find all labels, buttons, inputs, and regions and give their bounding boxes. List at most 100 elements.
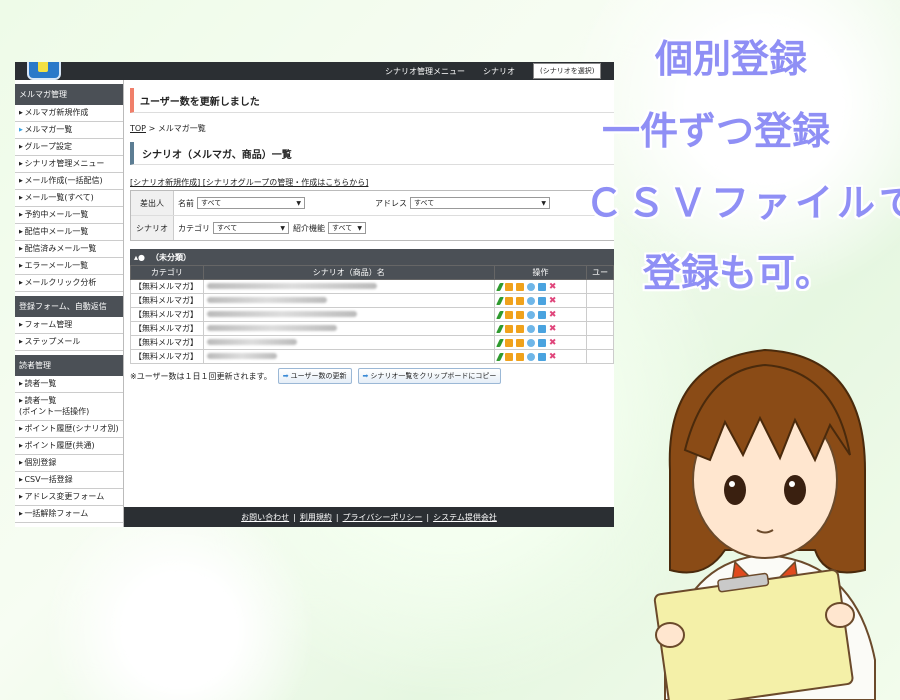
table-row[interactable]: 【無料メルマガ】 ✖ bbox=[130, 335, 614, 350]
edit-pencil-icon[interactable] bbox=[495, 324, 504, 333]
row-category: 【無料メルマガ】 bbox=[130, 307, 204, 322]
edit-pencil-icon[interactable] bbox=[495, 338, 504, 347]
table-row[interactable]: 【無料メルマガ】 ✖ bbox=[130, 349, 614, 364]
address-select[interactable]: すべて ▼ bbox=[410, 197, 550, 209]
mail-icon[interactable] bbox=[504, 324, 513, 333]
topnav-scenario[interactable]: シナリオ bbox=[483, 66, 515, 77]
caption-line-4: 登録も可。 bbox=[643, 251, 834, 295]
table-row[interactable]: 【無料メルマガ】 ✖ bbox=[130, 293, 614, 308]
delete-icon[interactable]: ✖ bbox=[549, 310, 557, 319]
name-select[interactable]: すべて ▼ bbox=[197, 197, 305, 209]
sidebar-item[interactable]: メールクリック分析 bbox=[15, 275, 123, 292]
sidebar-item[interactable]: ポイント履歴(シナリオ別) bbox=[15, 421, 123, 438]
delete-icon[interactable]: ✖ bbox=[549, 282, 557, 291]
delete-icon[interactable]: ✖ bbox=[549, 324, 557, 333]
monitor-icon[interactable] bbox=[537, 338, 546, 347]
monitor-icon[interactable] bbox=[537, 310, 546, 319]
sidebar-item[interactable]: メール一覧(すべて) bbox=[15, 190, 123, 207]
delete-icon[interactable]: ✖ bbox=[549, 296, 557, 305]
row-ops: ✖ bbox=[493, 293, 588, 308]
footer-contact-link[interactable]: お問い合わせ bbox=[241, 512, 289, 523]
row-name[interactable] bbox=[202, 335, 495, 350]
table-row[interactable]: 【無料メルマガ】 ✖ bbox=[130, 307, 614, 322]
caption-line-3: ＣＳＶファイルで bbox=[585, 181, 900, 225]
preview-icon[interactable] bbox=[526, 352, 535, 361]
row-category: 【無料メルマガ】 bbox=[130, 349, 204, 364]
edit-pencil-icon[interactable] bbox=[495, 296, 504, 305]
sidebar-item[interactable]: ステップメール bbox=[15, 334, 123, 351]
delete-icon[interactable]: ✖ bbox=[549, 338, 557, 347]
copy-clipboard-button[interactable]: シナリオ一覧をクリップボードにコピー bbox=[357, 368, 502, 384]
footer: お問い合わせ | 利用規約 | プライバシーポリシー | システム提供会社 bbox=[124, 507, 614, 527]
topnav-scenario-menu[interactable]: シナリオ管理メニュー bbox=[385, 66, 465, 77]
sidebar-item[interactable]: アドレス変更フォーム bbox=[15, 489, 123, 506]
sidebar-item[interactable]: エラーメール一覧 bbox=[15, 258, 123, 275]
mail-icon[interactable] bbox=[504, 338, 513, 347]
row-name[interactable] bbox=[202, 349, 495, 364]
row-ops: ✖ bbox=[493, 349, 588, 364]
footer-terms-link[interactable]: 利用規約 bbox=[300, 512, 332, 523]
monitor-icon[interactable] bbox=[537, 296, 546, 305]
monitor-icon[interactable] bbox=[537, 324, 546, 333]
group-manage-link[interactable]: [シナリオグループの管理・作成はこちらから] bbox=[203, 178, 369, 187]
mail-list-icon[interactable] bbox=[515, 352, 524, 361]
scenario-select[interactable]: (シナリオを選択) bbox=[533, 63, 602, 79]
row-users bbox=[586, 293, 614, 308]
sidebar-item[interactable]: 読者一覧 (ポイント一括操作) bbox=[15, 393, 123, 421]
breadcrumb-top-link[interactable]: TOP bbox=[130, 124, 146, 133]
preview-icon[interactable] bbox=[526, 324, 535, 333]
sidebar-item[interactable]: シナリオ管理メニュー bbox=[15, 156, 123, 173]
footer-privacy-link[interactable]: プライバシーポリシー bbox=[343, 512, 423, 523]
table-row[interactable]: 【無料メルマガ】 ✖ bbox=[130, 321, 614, 336]
update-users-button[interactable]: ユーザー数の更新 bbox=[277, 368, 352, 384]
row-ops: ✖ bbox=[493, 321, 588, 336]
group-header[interactable]: ▴● （未分類） bbox=[130, 249, 614, 265]
table-row[interactable]: 【無料メルマガ】 ✖ bbox=[130, 279, 614, 294]
note-row: ※ユーザー数は１日１回更新されます。 ユーザー数の更新 シナリオ一覧をクリップボ… bbox=[130, 368, 614, 384]
mail-list-icon[interactable] bbox=[515, 324, 524, 333]
sidebar-item[interactable]: 一括解除フォーム bbox=[15, 506, 123, 523]
sidebar-item[interactable]: 配信中メール一覧 bbox=[15, 224, 123, 241]
sidebar-item[interactable]: 配信済みメール一覧 bbox=[15, 241, 123, 258]
footer-provider-link[interactable]: システム提供会社 bbox=[433, 512, 497, 523]
monitor-icon[interactable] bbox=[537, 282, 546, 291]
page-title: シナリオ（メルマガ、商品）一覧 bbox=[130, 142, 614, 165]
sidebar-item[interactable]: 読者一覧 bbox=[15, 376, 123, 393]
mail-list-icon[interactable] bbox=[515, 338, 524, 347]
mail-icon[interactable] bbox=[504, 310, 513, 319]
mail-list-icon[interactable] bbox=[515, 296, 524, 305]
table-header-row: カテゴリ シナリオ（商品）名 操作 ユー bbox=[130, 265, 614, 280]
intro-select[interactable]: すべて ▼ bbox=[328, 222, 366, 234]
monitor-icon[interactable] bbox=[537, 352, 546, 361]
sidebar-item[interactable]: グループ設定 bbox=[15, 139, 123, 156]
preview-icon[interactable] bbox=[526, 282, 535, 291]
preview-icon[interactable] bbox=[526, 310, 535, 319]
edit-pencil-icon[interactable] bbox=[495, 310, 504, 319]
mail-icon[interactable] bbox=[504, 296, 513, 305]
sidebar-item[interactable]: メルマガ一覧 bbox=[15, 122, 123, 139]
edit-pencil-icon[interactable] bbox=[495, 282, 504, 291]
sidebar-item[interactable]: メルマガ新規作成 bbox=[15, 105, 123, 122]
category-select[interactable]: すべて ▼ bbox=[213, 222, 289, 234]
status-banner: ユーザー数を更新しました bbox=[130, 88, 614, 113]
row-name[interactable] bbox=[202, 293, 495, 308]
sidebar-item[interactable]: 予約中メール一覧 bbox=[15, 207, 123, 224]
mail-icon[interactable] bbox=[504, 352, 513, 361]
row-category: 【無料メルマガ】 bbox=[130, 335, 204, 350]
sidebar-item[interactable]: 個別登録 bbox=[15, 455, 123, 472]
mail-icon[interactable] bbox=[504, 282, 513, 291]
row-name[interactable] bbox=[202, 279, 495, 294]
delete-icon[interactable]: ✖ bbox=[549, 352, 557, 361]
edit-pencil-icon[interactable] bbox=[495, 352, 504, 361]
sidebar-item[interactable]: メール作成(一括配信) bbox=[15, 173, 123, 190]
sidebar-item[interactable]: CSV一括登録 bbox=[15, 472, 123, 489]
preview-icon[interactable] bbox=[526, 338, 535, 347]
new-scenario-link[interactable]: [シナリオ新規作成] bbox=[130, 178, 200, 187]
row-name[interactable] bbox=[202, 321, 495, 336]
mail-list-icon[interactable] bbox=[515, 282, 524, 291]
row-name[interactable] bbox=[202, 307, 495, 322]
sidebar-item[interactable]: ポイント履歴(共通) bbox=[15, 438, 123, 455]
mail-list-icon[interactable] bbox=[515, 310, 524, 319]
sidebar-item[interactable]: フォーム管理 bbox=[15, 317, 123, 334]
preview-icon[interactable] bbox=[526, 296, 535, 305]
